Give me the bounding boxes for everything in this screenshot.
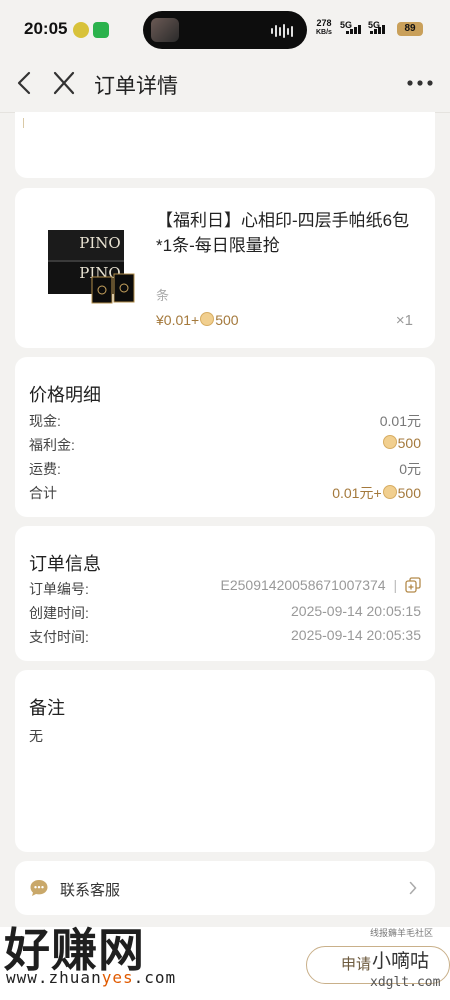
page-title: 订单详情 — [94, 75, 178, 98]
watermark-right-name: 小嘀咕 — [372, 951, 430, 972]
chevron-left-icon[interactable] — [12, 68, 38, 98]
total-points: 500 — [397, 485, 421, 501]
product-quantity: ×1 — [395, 312, 413, 329]
watermark-right-url: xdglt.com — [370, 975, 441, 990]
points-coin-icon — [200, 312, 215, 326]
net-speed-value: 278 — [316, 18, 332, 28]
battery-indicator: 89 — [397, 22, 423, 36]
product-image-brand: PINO — [79, 234, 120, 252]
pay-time-label: 支付时间: — [29, 629, 89, 645]
media-thumbnail — [151, 18, 179, 42]
points-coin-icon — [382, 435, 397, 449]
product-price-points: 500 — [215, 312, 239, 328]
copy-icon[interactable] — [405, 577, 421, 593]
contact-service-label: 联系客服 — [60, 882, 121, 899]
total-label: 合计 — [29, 485, 57, 501]
watermark-url-prefix: www.zhuan — [6, 968, 102, 987]
product-price: ¥0.01+ 500 — [156, 312, 239, 328]
price-detail-card: 价格明细 现金: 0.01元 福利金: 500 运费: 0元 合计 0.01元+… — [15, 357, 435, 517]
product-image: PINO PINO — [48, 230, 135, 304]
contact-service-row[interactable]: 联系客服 — [15, 861, 435, 915]
cash-label: 现金: — [29, 413, 61, 429]
address-card-partial — [15, 112, 435, 178]
price-detail-title: 价格明细 — [29, 385, 101, 405]
remark-card: 备注 无 — [15, 670, 435, 852]
order-info-card: 订单信息 订单编号: E25091420058671007374 | 创建时间:… — [15, 526, 435, 661]
net-speed: 278 KB/s — [316, 19, 332, 37]
order-info-title: 订单信息 — [29, 554, 101, 574]
nav-bar: 订单详情 — [0, 60, 450, 106]
product-price-cash: ¥0.01+ — [156, 312, 200, 328]
app-notification-icon — [73, 22, 89, 38]
create-time-value: 2025-09-14 20:05:15 — [291, 603, 421, 619]
cash-value: 0.01元 — [379, 413, 421, 429]
audio-wave-icon — [271, 24, 293, 38]
close-icon[interactable] — [50, 68, 78, 98]
order-number-label: 订单编号: — [29, 581, 89, 597]
status-bar: 20:05 278 KB/s 5G 5G 89 — [0, 0, 450, 60]
pay-time-value: 2025-09-14 20:05:35 — [291, 627, 421, 643]
points-value: 500 — [382, 435, 421, 451]
total-cash: 0.01元+ — [332, 485, 382, 501]
create-time-label: 创建时间: — [29, 605, 89, 621]
points-coin-icon — [382, 485, 397, 499]
remark-title: 备注 — [29, 698, 65, 718]
chevron-right-icon — [409, 881, 417, 895]
shipping-value: 0元 — [399, 461, 421, 477]
card-accent-line — [23, 118, 24, 128]
points-value-text: 500 — [397, 435, 421, 451]
watermark-url-highlight: yes — [101, 968, 134, 987]
product-spec: 条 — [156, 288, 170, 303]
more-dots-icon[interactable] — [404, 78, 436, 88]
order-number-value: E25091420058671007374 | — [221, 577, 421, 593]
copy-divider: | — [393, 577, 398, 593]
points-label: 福利金: — [29, 437, 75, 453]
product-name: 【福利日】心相印-四层手帕纸6包*1条-每日限量抢 — [156, 211, 410, 255]
wechat-icon — [93, 22, 109, 38]
chat-bubble-icon — [30, 880, 48, 896]
watermark-right-small: 线报薅羊毛社区 — [370, 928, 434, 938]
watermark-site-url: www.zhuanyes.com — [6, 968, 176, 987]
net-speed-unit: KB/s — [316, 29, 332, 36]
signal-bars-1-icon — [346, 25, 361, 34]
remark-value: 无 — [29, 728, 43, 744]
total-value: 0.01元+ 500 — [332, 483, 421, 503]
watermark-url-suffix: .com — [133, 968, 177, 987]
signal-bars-2-icon — [370, 25, 385, 34]
dynamic-island — [143, 11, 307, 49]
status-time: 20:05 — [24, 19, 68, 38]
order-number-text: E25091420058671007374 — [220, 577, 386, 593]
shipping-label: 运费: — [29, 461, 61, 477]
